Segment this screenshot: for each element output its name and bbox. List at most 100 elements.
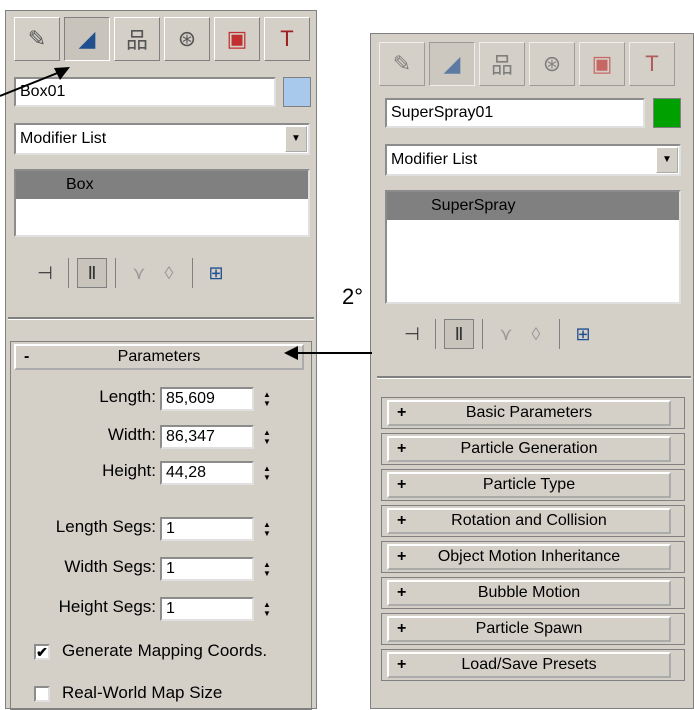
rollout-toggle: + <box>397 404 407 421</box>
width-segs-spinner-icon[interactable]: ▲ ▼ <box>260 556 274 582</box>
modifier-stack[interactable]: SuperSpray <box>385 190 681 304</box>
show-end-result-icon[interactable]: Ⅱ <box>444 319 474 349</box>
chevron-down-icon[interactable]: ▼ <box>656 147 678 173</box>
rollout-header[interactable]: + Particle Spawn <box>387 616 671 642</box>
chevron-down-icon[interactable]: ▼ <box>285 126 307 152</box>
length-spinner-icon[interactable]: ▲ ▼ <box>260 386 274 412</box>
utilities-tab[interactable]: T <box>264 17 310 61</box>
toolbar-divider <box>192 258 193 288</box>
rollout-toggle: + <box>397 512 407 529</box>
stack-toolbar: ⊣ Ⅱ ⋎ ◊ ⊞ <box>397 314 598 354</box>
rollout-toggle: + <box>397 476 407 493</box>
length-segs-spinner-icon[interactable]: ▲ ▼ <box>260 516 274 542</box>
utilities-icon: T <box>280 26 294 51</box>
modify-icon: ◢ <box>78 26 96 51</box>
divider <box>377 376 691 379</box>
length-field[interactable]: 85,609 <box>160 387 254 411</box>
stack-item-box[interactable]: Box <box>16 171 308 199</box>
width-segs-field[interactable]: 1 <box>160 557 254 581</box>
hierarchy-icon: 品 <box>490 53 513 78</box>
motion-tab[interactable]: ⊛ <box>529 42 575 86</box>
toolbar-divider <box>115 258 116 288</box>
rollout-toggle: + <box>397 548 407 565</box>
length-label: Length: <box>99 387 156 406</box>
rollout-title: Particle Spawn <box>475 620 583 637</box>
generate-mapping-checkbox[interactable]: ✔ <box>34 644 50 660</box>
pin-stack-icon[interactable]: ⊣ <box>397 319 427 349</box>
toolbar-divider <box>435 319 436 349</box>
rollout-header[interactable]: + Basic Parameters <box>387 400 671 426</box>
length-segs-field[interactable]: 1 <box>160 517 254 541</box>
modifier-list-label: Modifier List <box>20 130 107 147</box>
configure-modifier-sets-icon[interactable]: ⊞ <box>568 319 598 349</box>
toolbar-divider <box>68 258 69 288</box>
rollout-header[interactable]: + Particle Generation <box>387 436 671 462</box>
rollout-title: Load/Save Presets <box>461 656 597 673</box>
height-field[interactable]: 44,28 <box>160 461 254 485</box>
hierarchy-tab[interactable]: 品 <box>479 42 525 86</box>
motion-icon: ⊛ <box>177 26 197 51</box>
rollout-header[interactable]: + Particle Type <box>387 472 671 498</box>
modifier-list-dropdown[interactable]: Modifier List ▼ <box>14 123 310 155</box>
object-name-field[interactable]: Box01 <box>14 77 276 107</box>
hierarchy-tab[interactable]: 品 <box>114 17 160 61</box>
hierarchy-icon: 品 <box>125 28 148 53</box>
left-command-panel: ✎ ◢ 品 ⊛ ▣ T Box01 Modifier List ▼ Box ⊣ … <box>5 10 317 710</box>
width-spinner-icon[interactable]: ▲ ▼ <box>260 424 274 450</box>
rollout-title: Basic Parameters <box>465 404 593 421</box>
remove-modifier-icon[interactable]: ◊ <box>521 319 551 349</box>
stack-item-superspray[interactable]: SuperSpray <box>387 192 679 220</box>
real-world-map-checkbox[interactable] <box>34 686 50 702</box>
command-tabs: ✎ ◢ 品 ⊛ ▣ T <box>379 42 685 88</box>
rollout-header[interactable]: + Rotation and Collision <box>387 508 671 534</box>
rollout-title: Parameters <box>117 348 201 365</box>
rollout-title: Particle Type <box>482 476 576 493</box>
pin-stack-icon[interactable]: ⊣ <box>30 258 60 288</box>
object-color-swatch[interactable] <box>653 98 681 128</box>
command-tabs: ✎ ◢ 品 ⊛ ▣ T <box>14 17 310 63</box>
utilities-tab[interactable]: T <box>629 42 675 86</box>
height-spinner-icon[interactable]: ▲ ▼ <box>260 460 274 486</box>
show-end-result-icon[interactable]: Ⅱ <box>77 258 107 288</box>
modifier-stack[interactable]: Box <box>14 169 310 237</box>
object-name-field[interactable]: SuperSpray01 <box>385 98 645 128</box>
stack-toolbar: ⊣ Ⅱ ⋎ ◊ ⊞ <box>30 253 231 293</box>
motion-tab[interactable]: ⊛ <box>164 17 210 61</box>
width-segs-label: Width Segs: <box>64 557 156 576</box>
display-tab[interactable]: ▣ <box>214 17 260 61</box>
width-label: Width: <box>107 425 156 444</box>
rollout-header[interactable]: + Load/Save Presets <box>387 652 671 678</box>
real-world-map-label: Real-World Map Size <box>62 683 223 702</box>
modifier-list-dropdown[interactable]: Modifier List ▼ <box>385 144 681 176</box>
height-label: Height: <box>102 461 156 480</box>
configure-modifier-sets-icon[interactable]: ⊞ <box>201 258 231 288</box>
rollout-header[interactable]: + Object Motion Inheritance <box>387 544 671 570</box>
create-tab[interactable]: ✎ <box>14 17 60 61</box>
parameters-rollout-header[interactable]: - Parameters <box>14 344 304 370</box>
height-segs-field[interactable]: 1 <box>160 597 254 621</box>
width-field[interactable]: 86,347 <box>160 425 254 449</box>
modify-tab[interactable]: ◢ <box>429 42 475 86</box>
make-unique-icon[interactable]: ⋎ <box>491 319 521 349</box>
object-color-swatch[interactable] <box>283 77 311 107</box>
display-icon: ▣ <box>226 26 248 51</box>
generate-mapping-label: Generate Mapping Coords. <box>62 641 268 660</box>
create-icon: ✎ <box>27 26 47 51</box>
motion-icon: ⊛ <box>542 51 562 76</box>
annotation-number: 2° <box>342 284 364 309</box>
modify-icon: ◢ <box>443 51 461 76</box>
rollout-title: Object Motion Inheritance <box>437 548 621 565</box>
divider <box>8 317 314 320</box>
display-tab[interactable]: ▣ <box>579 42 625 86</box>
rollout-title: Rotation and Collision <box>451 512 607 529</box>
remove-modifier-icon[interactable]: ◊ <box>154 258 184 288</box>
modifier-list-label: Modifier List <box>391 151 478 168</box>
rollout-header[interactable]: + Bubble Motion <box>387 580 671 606</box>
modify-tab[interactable]: ◢ <box>64 17 110 61</box>
toolbar-divider <box>559 319 560 349</box>
height-segs-spinner-icon[interactable]: ▲ ▼ <box>260 596 274 622</box>
create-tab[interactable]: ✎ <box>379 42 425 86</box>
rollout-toggle: + <box>397 620 407 637</box>
toolbar-divider <box>482 319 483 349</box>
make-unique-icon[interactable]: ⋎ <box>124 258 154 288</box>
